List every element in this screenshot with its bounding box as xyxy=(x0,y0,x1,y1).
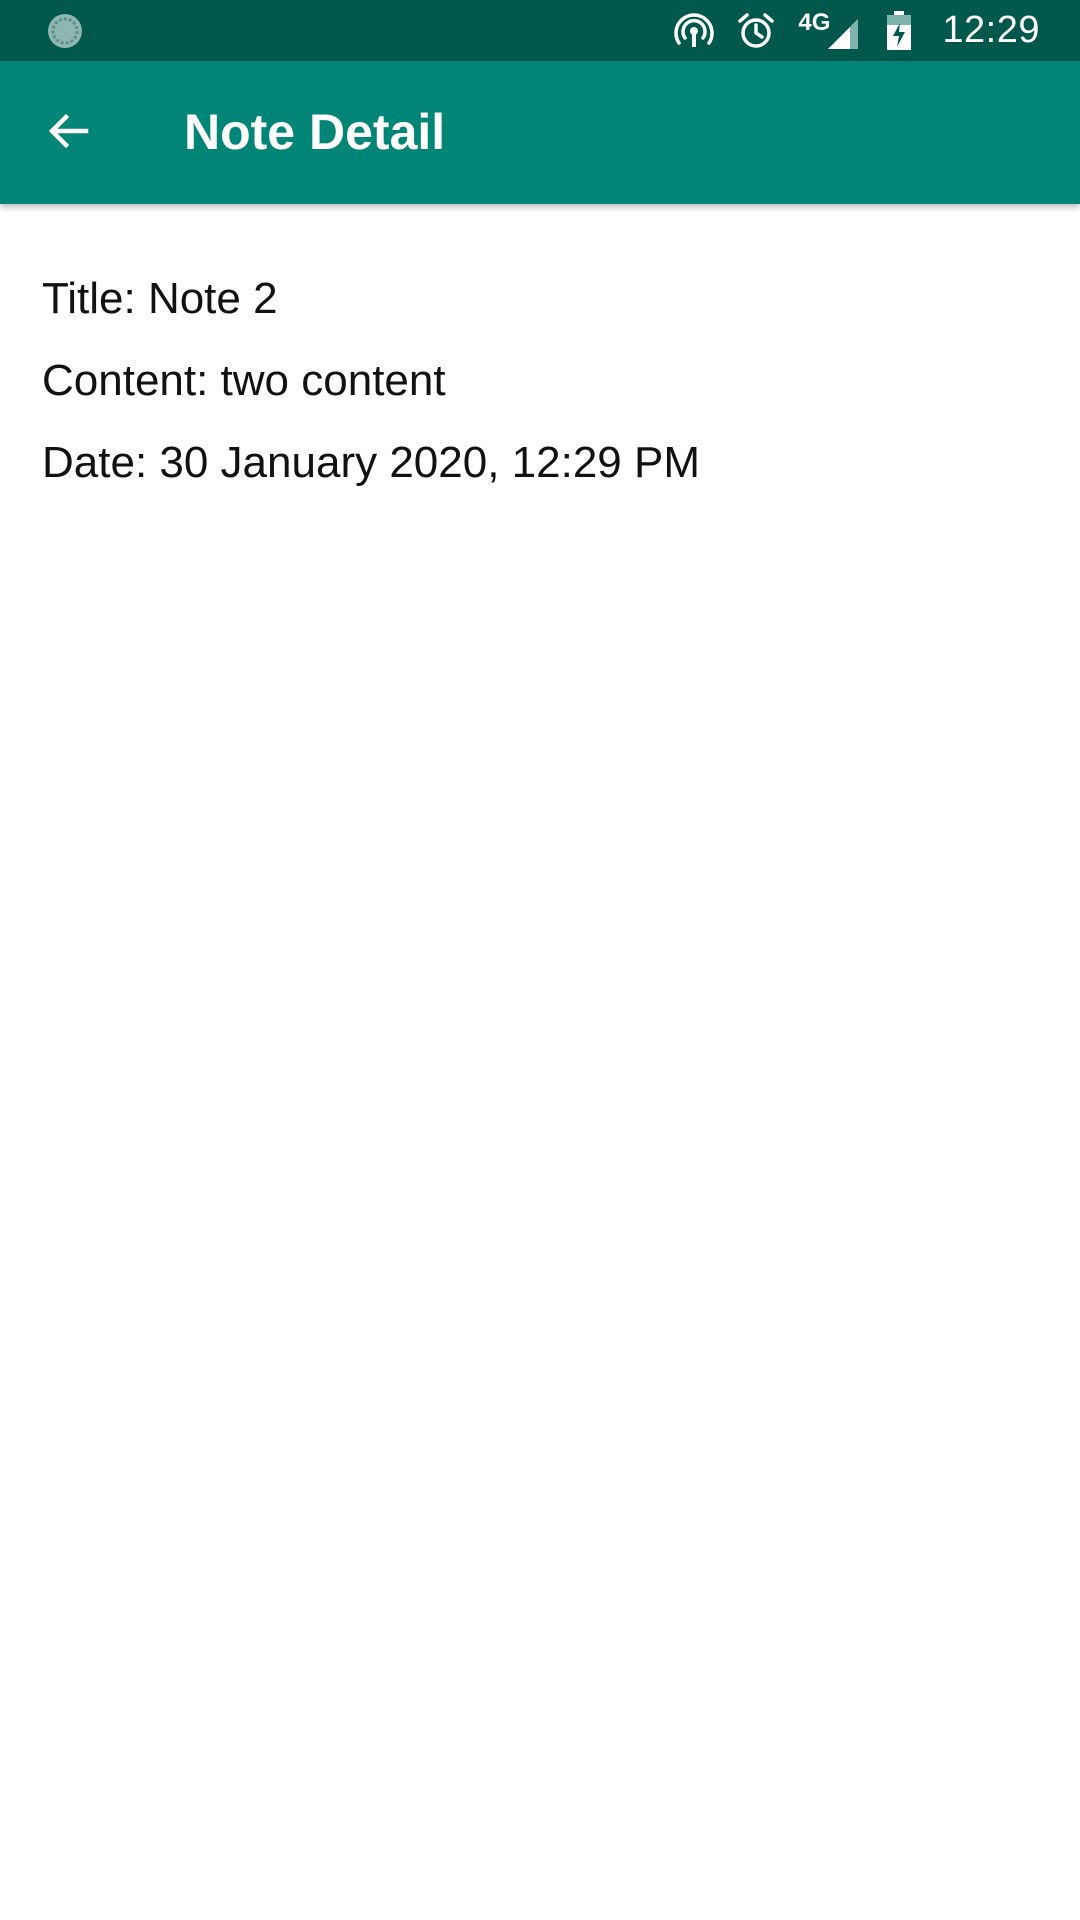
note-date: Date: 30 January 2020, 12:29 PM xyxy=(42,438,700,487)
battery-charging-icon xyxy=(886,10,912,51)
back-button[interactable] xyxy=(34,99,102,167)
app-bar: Note Detail xyxy=(0,61,1080,204)
sync-icon xyxy=(46,12,84,50)
alarm-icon xyxy=(736,11,776,51)
note-detail: Title: Note 2 Content: two content Date:… xyxy=(42,268,700,514)
arrow-back-icon xyxy=(46,109,90,158)
note-title: Title: Note 2 xyxy=(42,274,278,323)
note-content: Content: two content xyxy=(42,356,446,405)
page-title: Note Detail xyxy=(184,104,446,160)
network-type-label: 4G xyxy=(798,8,831,36)
status-icons: 4G 12:29 xyxy=(652,0,1040,61)
status-clock: 12:29 xyxy=(942,9,1040,51)
hotspot-icon xyxy=(674,11,715,51)
signal-icon: 4G xyxy=(798,8,864,51)
status-bar: 4G 12:29 xyxy=(0,0,1080,61)
